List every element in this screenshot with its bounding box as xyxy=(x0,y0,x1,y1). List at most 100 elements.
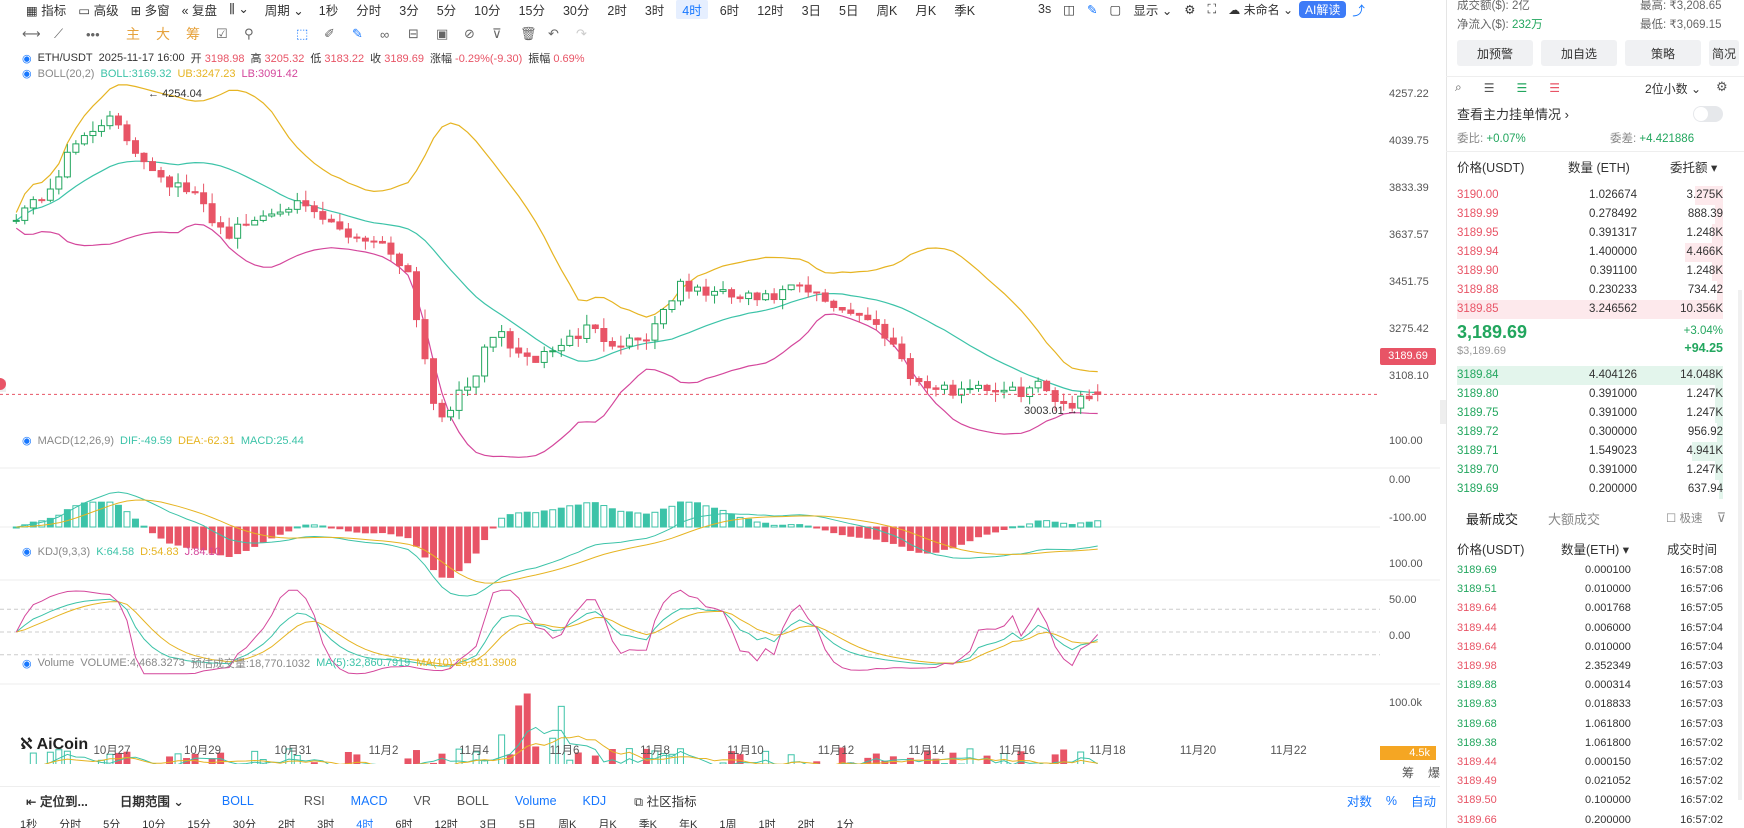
both-sides-icon[interactable]: ☰ xyxy=(1484,81,1495,95)
whale-orders-toggle[interactable] xyxy=(1693,106,1723,122)
layout-icon[interactable]: ▢ xyxy=(1104,2,1128,17)
sub-indicator-tab[interactable]: VR xyxy=(413,794,430,808)
summary-button[interactable]: 简况 xyxy=(1709,40,1739,66)
period-tab[interactable]: 6时 xyxy=(714,0,745,19)
bottom-period-tab[interactable]: 3时 xyxy=(317,816,334,828)
period-tab[interactable]: 30分 xyxy=(557,0,595,19)
draw-tool-icon[interactable]: ⚲ xyxy=(244,26,296,42)
bottom-period-tab[interactable]: 12时 xyxy=(435,816,458,828)
trade-qty-header[interactable]: 数量(ETH) ▾ xyxy=(1561,539,1629,558)
bid-row[interactable]: 3189.70 0.391000 1.247K xyxy=(1457,461,1723,480)
fullscreen-icon[interactable]: ⛶ xyxy=(1202,2,1223,17)
bid-row[interactable]: 3189.72 0.300000 956.92 xyxy=(1457,423,1723,442)
ray-tool-icon[interactable]: ⟋ xyxy=(54,26,86,42)
chart-type-button[interactable]: ⫼ ⌄ xyxy=(223,1,255,17)
chip-toggle[interactable]: 筹 xyxy=(1402,764,1414,781)
bottom-period-tab[interactable]: 1周 xyxy=(719,816,736,828)
bottom-period-tab[interactable]: 4时 xyxy=(356,816,373,828)
asks-only-icon[interactable]: ☰ xyxy=(1549,81,1560,95)
main-force-button[interactable]: 主 xyxy=(126,24,156,44)
period-tab[interactable]: 3分 xyxy=(393,0,424,19)
bottom-period-tab[interactable]: 季K xyxy=(639,816,657,828)
pen-icon[interactable]: ✎ xyxy=(1081,2,1103,17)
ask-row[interactable]: 3189.99 0.278492 888.39 xyxy=(1457,205,1723,224)
period-tab[interactable]: 3日 xyxy=(796,0,827,19)
refresh-interval[interactable]: 3s xyxy=(1032,2,1057,16)
bid-row[interactable]: 3189.69 0.200000 637.94 xyxy=(1457,480,1723,499)
hide-tool-icon[interactable]: ▣ xyxy=(436,26,464,42)
visibility-icon[interactable]: ◉ xyxy=(22,67,32,80)
bottom-period-tab[interactable]: 分时 xyxy=(59,816,81,828)
precision-select[interactable]: 2位小数 ⌄ xyxy=(1645,80,1701,97)
bottom-period-tab[interactable]: 3日 xyxy=(480,816,497,828)
period-tab[interactable]: 2时 xyxy=(601,0,632,19)
settings-icon[interactable]: ⚙ xyxy=(1178,2,1201,17)
settings-icon[interactable]: ⚙ xyxy=(1716,79,1728,95)
period-tab[interactable]: 5分 xyxy=(431,0,462,19)
period-tab[interactable]: 1秒 xyxy=(313,0,344,19)
ask-row[interactable]: 3189.95 0.391317 1.248K xyxy=(1457,224,1723,243)
note-tool-icon[interactable]: ☑ xyxy=(216,26,244,42)
panel-scrollbar[interactable] xyxy=(1738,290,1742,800)
log-scale-toggle[interactable]: 对数 xyxy=(1347,791,1372,810)
main-indicator-boll[interactable]: BOLL xyxy=(222,794,254,808)
add-alert-button[interactable]: 加预警 xyxy=(1457,40,1533,66)
liquidation-toggle[interactable]: 爆 xyxy=(1428,764,1440,781)
tab-large-trades[interactable]: 大额成交 xyxy=(1548,509,1600,528)
period-tab[interactable]: 10分 xyxy=(468,0,506,19)
lock-tool-icon[interactable]: ⊟ xyxy=(408,26,436,42)
period-tab[interactable]: 3时 xyxy=(639,0,670,19)
magnet-tool-icon[interactable]: ✎ xyxy=(352,26,380,42)
bottom-period-tab[interactable]: 5日 xyxy=(519,816,536,828)
community-button[interactable]: ⧉ 社区指标 xyxy=(634,791,696,810)
strategy-button[interactable]: 策略 xyxy=(1625,40,1701,66)
bids-only-icon[interactable]: ☰ xyxy=(1517,81,1528,95)
undo-icon[interactable]: ↶ xyxy=(548,26,576,42)
period-menu[interactable]: 周期 ⌄ xyxy=(259,0,310,19)
bottom-period-tab[interactable]: 年K xyxy=(679,816,697,828)
bottom-period-tab[interactable]: 5分 xyxy=(103,816,120,828)
auto-scale-toggle[interactable]: 自动 xyxy=(1411,791,1436,810)
visibility-icon[interactable]: ◉ xyxy=(22,52,32,65)
sub-indicator-tab[interactable]: MACD xyxy=(351,794,388,808)
bottom-period-tab[interactable]: 周K xyxy=(558,816,576,828)
ask-row[interactable]: 3190.00 1.026674 3.275K xyxy=(1457,186,1723,205)
big-order-button[interactable]: 大 xyxy=(156,24,186,44)
camera-icon[interactable]: ◫ xyxy=(1057,2,1081,17)
ai-button[interactable]: AI解读 xyxy=(1299,0,1347,18)
delete-tool-icon[interactable]: 🗑 xyxy=(520,26,548,42)
bubble-icon[interactable]: ⌕ xyxy=(1455,80,1462,95)
ask-row[interactable]: 3189.94 1.400000 4.466K xyxy=(1457,243,1723,262)
sub-indicator-tab[interactable]: Volume xyxy=(515,794,557,808)
fast-mode-toggle[interactable]: ☐ 极速 xyxy=(1666,510,1703,526)
visibility-icon[interactable]: ◉ xyxy=(22,657,32,670)
ob-amount-header[interactable]: 委托额 ▾ xyxy=(1670,157,1717,176)
period-tab[interactable]: 12时 xyxy=(751,0,789,19)
more-tools-icon[interactable]: ••• xyxy=(86,27,126,42)
bottom-period-tab[interactable]: 2时 xyxy=(278,816,295,828)
ask-row[interactable]: 3189.85 3.246562 10.356K xyxy=(1457,300,1723,319)
multi-window-button[interactable]: ⊞ 多窗 xyxy=(125,0,176,19)
bottom-period-tab[interactable]: 10分 xyxy=(142,816,165,828)
period-tab[interactable]: 15分 xyxy=(513,0,551,19)
display-button[interactable]: 显示 ⌄ xyxy=(1127,0,1178,19)
link-tool-icon[interactable]: ⊘ xyxy=(464,26,492,42)
cursor-tool-icon[interactable]: ⬚ xyxy=(296,26,324,42)
bid-row[interactable]: 3189.71 1.549023 4.941K xyxy=(1457,442,1723,461)
bottom-period-tab[interactable]: 月K xyxy=(598,816,616,828)
sub-indicator-tab[interactable]: RSI xyxy=(304,794,325,808)
bottom-period-tab[interactable]: 2时 xyxy=(798,816,815,828)
bid-row[interactable]: 3189.80 0.391000 1.247K xyxy=(1457,385,1723,404)
whale-orders-link[interactable]: 查看主力挂单情况 › xyxy=(1457,104,1569,123)
percent-scale-toggle[interactable]: % xyxy=(1386,794,1397,808)
filter-icon[interactable]: ⊽ xyxy=(1716,510,1726,526)
date-range-button[interactable]: 日期范围 ⌄ xyxy=(120,791,184,810)
advanced-button[interactable]: ▭ 高级 xyxy=(72,0,124,19)
indicators-button[interactable]: ▦ 指标 xyxy=(20,0,72,19)
share-icon[interactable]: ⤴ xyxy=(1346,0,1371,19)
period-tab[interactable]: 5日 xyxy=(833,0,864,19)
visibility-icon[interactable]: ◉ xyxy=(22,545,32,558)
ask-row[interactable]: 3189.90 0.391100 1.248K xyxy=(1457,262,1723,281)
tab-latest-trades[interactable]: 最新成交 xyxy=(1466,509,1518,528)
sub-indicator-tab[interactable]: BOLL xyxy=(457,794,489,808)
